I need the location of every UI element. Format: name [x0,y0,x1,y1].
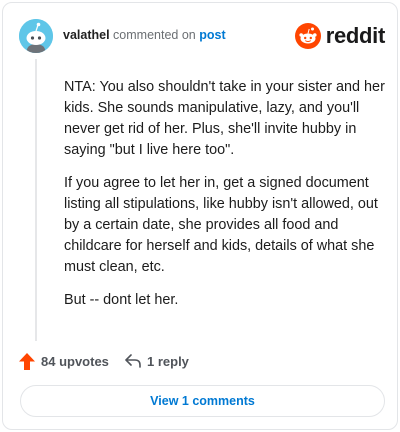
reply-count: 1 reply [147,353,189,369]
view-comments-button[interactable]: View 1 comments [20,385,385,417]
thread-line[interactable] [35,59,37,341]
username[interactable]: valathel [63,28,110,42]
comment-header: valathel commented on post reddit [19,19,385,53]
snoo-avatar-icon [19,19,53,53]
reddit-brand[interactable]: reddit [294,22,386,50]
upvote-button[interactable]: 84 upvotes [19,349,109,373]
comment-paragraph: But -- dont let her. [64,292,179,308]
user-avatar[interactable] [19,19,53,53]
upvote-arrow-icon [19,352,35,370]
comment-paragraph: If you agree to let her in, get a signed… [64,175,378,275]
comment-attribution: valathel commented on post [63,28,226,42]
comment-actions: 84 upvotes 1 reply [19,349,389,373]
reply-button[interactable]: 1 reply [125,349,189,373]
reply-arrow-icon [125,354,141,368]
brand-wordmark: reddit [325,23,386,48]
attribution-verb: commented on [113,28,196,42]
comment-body: NTA: You also shouldn't take in your sis… [64,77,389,323]
reddit-logo-icon [294,23,321,49]
comment-card: valathel commented on post reddit NTA: Y… [2,2,398,430]
comment-paragraph: NTA: You also shouldn't take in your sis… [64,79,385,158]
post-link[interactable]: post [199,28,225,42]
upvote-count: 84 upvotes [41,353,109,369]
